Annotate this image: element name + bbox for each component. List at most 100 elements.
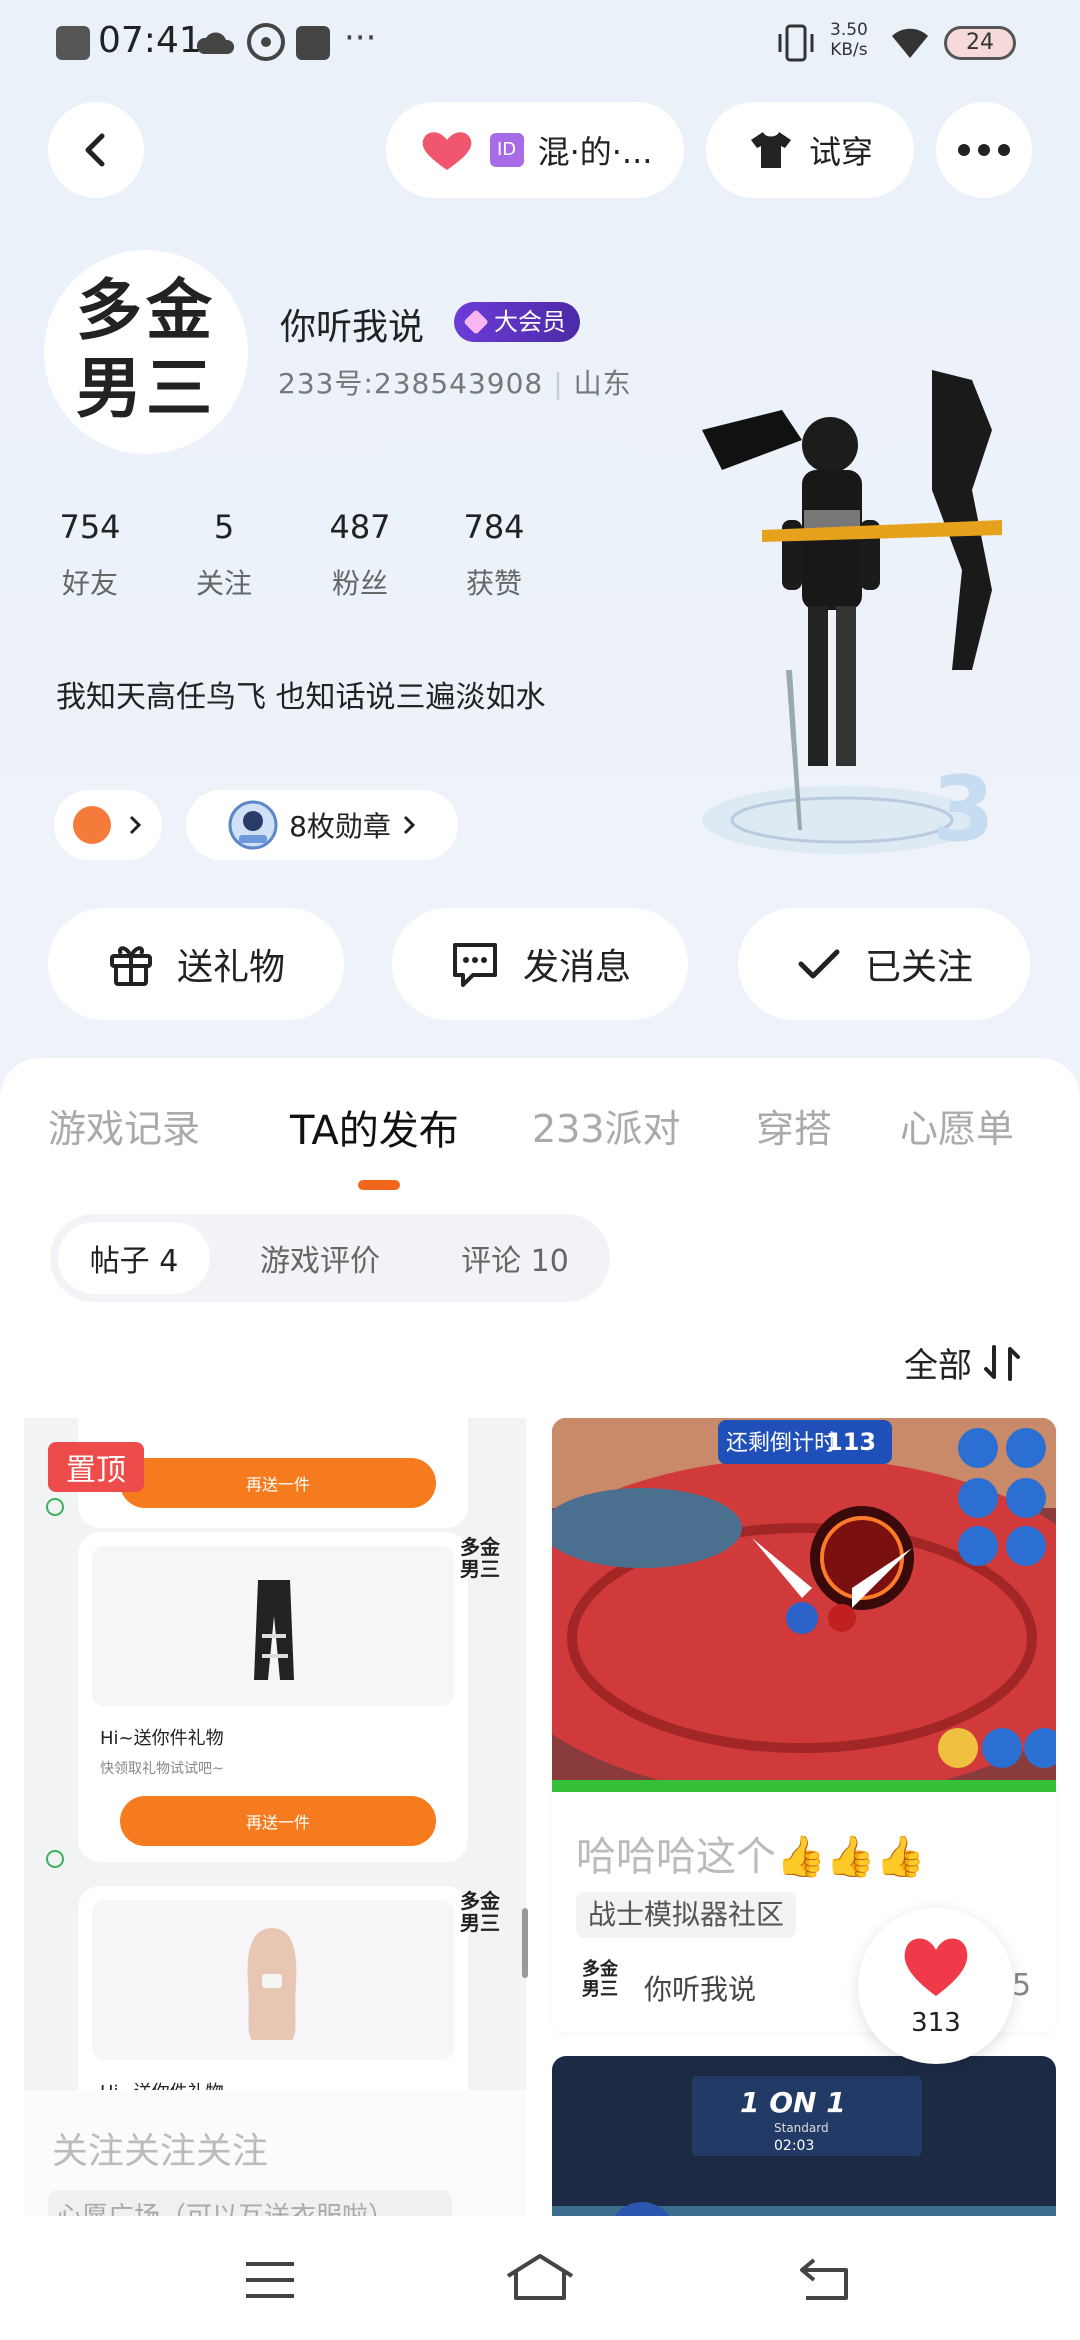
followed-button[interactable]: 已关注 (738, 908, 1030, 1020)
post-title: 哈哈哈这个👍👍👍 (576, 1834, 926, 1880)
tab-wishlist[interactable]: 心愿单 (900, 1098, 1014, 1153)
sort-button[interactable]: 全部 (904, 1338, 1022, 1387)
sort-label: 全部 (904, 1346, 972, 1386)
status-time: 07:41 (98, 20, 202, 61)
tab-indicator (358, 1180, 400, 1190)
id-icon: ID (489, 133, 524, 167)
user-id: 233号:238543908 (278, 367, 544, 400)
check-icon (798, 949, 840, 979)
scrollbar[interactable] (522, 1908, 528, 1978)
send-message-button[interactable]: 发消息 (392, 908, 688, 1020)
stat-label: 粉丝 (331, 567, 388, 600)
fan-icon (247, 23, 285, 61)
gift-image (92, 1546, 454, 1706)
stat-likes[interactable]: 784 获赞 (444, 508, 544, 602)
pinned-badge: 置顶 (48, 1442, 144, 1492)
gift-title: Hi~送你件礼物 (100, 1728, 224, 1749)
tab-game-records[interactable]: 游戏记录 (48, 1098, 200, 1153)
avatar-character-image[interactable]: 3 (702, 370, 1002, 860)
group-icon (73, 806, 111, 844)
send-again-button[interactable]: 再送一件 (120, 1796, 436, 1846)
app-card-pill[interactable]: ID 混·的·... (386, 102, 684, 198)
more-status-icon: ··· (344, 18, 377, 58)
medal-icon (228, 800, 278, 850)
back-button[interactable] (48, 102, 144, 198)
match-timer: 02:03 (774, 2138, 814, 2154)
match-sub: Standard (774, 2121, 829, 2135)
back-arrow-icon (85, 133, 105, 167)
chat-icon (452, 943, 497, 987)
tshirt-icon (750, 132, 791, 168)
hud-count: 113 (826, 1428, 876, 1456)
stat-label: 关注 (195, 567, 252, 600)
avatar[interactable]: 多金男三 (44, 250, 248, 454)
stat-friends[interactable]: 754 好友 (40, 508, 140, 602)
heart-icon (904, 1938, 968, 1996)
app-pill-text: 混·的·... (537, 133, 653, 171)
user-location: 山东 (573, 367, 632, 400)
send-again-button[interactable]: 再送一件 (120, 1458, 436, 1508)
medals-label: 8枚勋章 (289, 810, 391, 843)
segment-posts[interactable]: 帖子 4 (58, 1222, 210, 1294)
community-tag[interactable]: 战士模拟器社区 (576, 1892, 797, 1938)
cloud-icon (196, 32, 235, 54)
game-screenshot[interactable]: 还剩倒计时 113 (552, 1418, 1056, 1792)
check-circle-icon (46, 1850, 64, 1868)
author-mini-avatar: 多金男三 (460, 1889, 500, 1935)
post-like-count: 5 (1012, 1968, 1032, 2003)
vivo-icon (296, 26, 330, 60)
segment-comments[interactable]: 评论 10 (430, 1222, 600, 1294)
like-button[interactable]: 313 (858, 1908, 1014, 2064)
more-dots-icon (958, 144, 1010, 156)
avatar-text: 多金男三 (76, 272, 216, 427)
pants-image (254, 1580, 294, 1680)
stat-value: 5 (213, 508, 235, 546)
username: 你听我说 (280, 307, 425, 348)
home-icon[interactable] (504, 2252, 576, 2302)
sort-icon (984, 1344, 1020, 1381)
stat-value: 784 (463, 508, 525, 546)
wifi-icon (892, 28, 928, 58)
svg-text:3: 3 (932, 757, 995, 860)
gem-icon (463, 309, 489, 335)
tab-posts[interactable]: TA的发布 (290, 1098, 459, 1156)
hud-title: 还剩倒计时 (726, 1431, 836, 1456)
like-count: 313 (911, 2008, 961, 2038)
author-name[interactable]: 你听我说 (644, 1968, 756, 2008)
gift-card: Hi~送你件礼物 快领取礼物试试吧~ 再送一件 (78, 1532, 468, 1862)
send-gift-button[interactable]: 送礼物 (48, 908, 344, 1020)
bio-text: 我知天高任鸟飞 也知话说三遍淡如水 (56, 680, 546, 715)
user-id-line: 233号:238543908 | 山东 (278, 367, 632, 400)
group-badge-button[interactable] (54, 790, 162, 860)
back-nav-icon[interactable] (796, 2256, 852, 2302)
heart-icon (422, 132, 471, 170)
gift-subtitle: 快领取礼物试试吧~ (100, 1761, 224, 1777)
medals-button[interactable]: 8枚勋章 (186, 790, 458, 860)
vibrate-icon (778, 24, 814, 62)
stat-fans[interactable]: 487 粉丝 (310, 508, 410, 602)
chevron-right-icon (129, 815, 142, 835)
net-speed: 3.50 KB/s (830, 20, 868, 60)
try-on-button[interactable]: 试穿 (706, 102, 914, 198)
vip-label: 大会员 (494, 308, 566, 336)
segment-game-reviews[interactable]: 游戏评价 (222, 1222, 418, 1294)
system-nav-bar (0, 2216, 1080, 2340)
menu-icon[interactable] (244, 2260, 296, 2300)
vip-badge[interactable]: 大会员 (454, 302, 580, 342)
send-gift-label: 送礼物 (176, 947, 285, 988)
tab-party[interactable]: 233派对 (532, 1098, 681, 1153)
gift-icon (109, 946, 152, 986)
wig-image (247, 1928, 297, 2040)
send-message-label: 发消息 (522, 947, 631, 988)
status-bar: 07:41 ··· 3.50 KB/s 24 (0, 0, 1080, 90)
author-mini-avatar[interactable]: 多金男三 (582, 1960, 622, 2000)
post-title: 关注关注关注 (52, 2131, 269, 2172)
chevron-right-icon (403, 815, 416, 835)
match-badge: 1 ON 1 (740, 2086, 846, 2119)
check-circle-icon (46, 1498, 64, 1516)
more-button[interactable] (936, 102, 1032, 198)
stat-following[interactable]: 5 关注 (174, 508, 274, 602)
gift-image (92, 1900, 454, 2060)
tab-outfits[interactable]: 穿搭 (756, 1098, 832, 1153)
stat-label: 获赞 (465, 567, 522, 600)
